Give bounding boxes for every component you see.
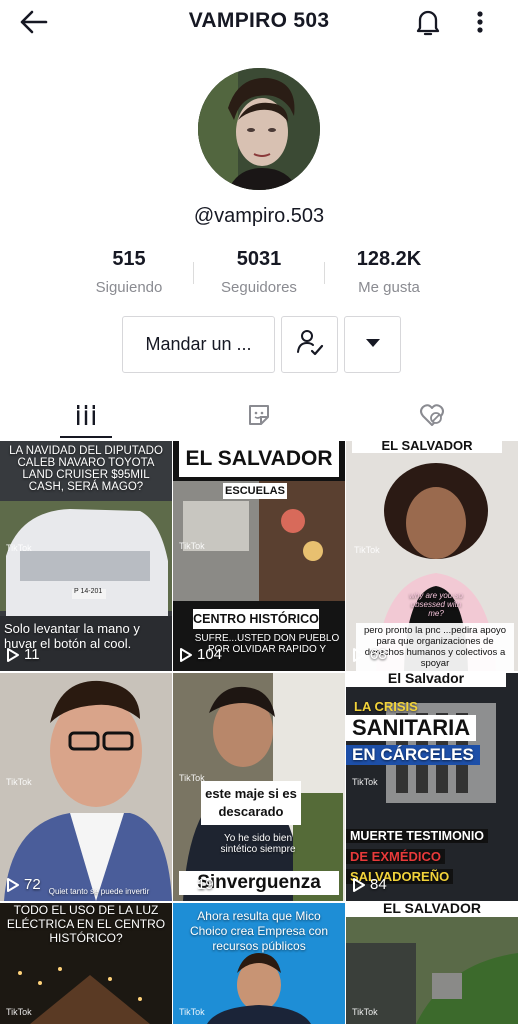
heart-hidden-icon [418, 402, 446, 433]
tiktok-watermark: TikTok [354, 545, 380, 555]
video-center-label: CENTRO HISTÓRICO [193, 609, 319, 629]
play-icon [7, 647, 19, 662]
play-icon [353, 647, 365, 662]
view-count: 68 [352, 646, 387, 663]
video-thumbnail[interactable]: este maje si es descarado Yo he sido bie… [173, 673, 345, 901]
stat-followers-label: Seguidores [221, 279, 297, 296]
view-count: 104 [179, 646, 222, 663]
thumbnail-image [0, 673, 172, 901]
stat-divider [193, 262, 194, 284]
video-line: MUERTE TESTIMONIO [346, 829, 489, 843]
play-icon [180, 647, 192, 662]
video-thumbnail[interactable]: EL SALVADOR ESCUELAS CENTRO HISTÓRICO SU… [173, 441, 345, 671]
tab-liked[interactable] [346, 394, 518, 440]
view-count-value: 19 [197, 876, 214, 893]
video-caption-top: EL SALVADOR [352, 441, 502, 453]
video-caption-top: EL SALVADOR [179, 441, 339, 477]
video-caption-top: Ahora resulta que Mico Choico crea Empre… [189, 909, 329, 953]
bell-icon[interactable] [412, 6, 444, 38]
view-count-value: 84 [370, 876, 387, 893]
video-caption-top: LA NAVIDAD DEL DIPUTADO CALEB NAVARO TOY… [9, 445, 163, 493]
video-sub-label: ESCUELAS [223, 483, 287, 499]
video-line: EN CÁRCELES [346, 745, 480, 765]
video-caption-top: El Salvador [346, 673, 506, 687]
profile-actions: Mandar un ... [0, 316, 518, 374]
sticker-icon [246, 402, 272, 433]
vertical-dots-icon[interactable] [468, 6, 492, 38]
top-bar: VAMPIRO 503 [0, 0, 518, 44]
user-check-icon [294, 326, 326, 363]
stat-following[interactable]: 515 Siguiendo [74, 248, 184, 296]
play-icon [7, 877, 19, 892]
tab-videos[interactable] [0, 394, 172, 440]
view-count-value: 68 [370, 646, 387, 663]
view-count-value: 104 [197, 646, 223, 663]
video-caption-top: EL SALVADOR [346, 903, 518, 917]
profile-stats: 515 Siguiendo 5031 Seguidores 128.2K Me … [0, 248, 518, 302]
view-count: 84 [352, 876, 387, 893]
thumbnail-image [346, 903, 518, 1024]
view-count: 11 [6, 646, 40, 663]
grid-bars-icon [74, 403, 98, 432]
tiktok-watermark: TikTok [6, 777, 32, 787]
view-count: 19 [179, 876, 214, 893]
stat-following-value: 515 [112, 248, 146, 270]
video-center-label: este maje si es descarado [201, 781, 301, 825]
video-line: LA CRISIS [354, 699, 418, 714]
play-icon [353, 877, 365, 892]
video-thumbnail[interactable]: EL SALVADOR why are you so obsessed with… [346, 441, 518, 671]
profile-tabs [0, 394, 518, 440]
view-count-value: 72 [24, 876, 41, 893]
play-icon [180, 877, 192, 892]
following-button[interactable] [281, 316, 338, 373]
video-thumbnail[interactable]: EL SALVADOR TikTok [346, 903, 518, 1024]
stat-likes-value: 128.2K [356, 248, 422, 270]
tiktok-watermark: TikTok [352, 1007, 378, 1017]
video-thumbnail[interactable]: TODO EL USO DE LA LUZ ELÉCTRICA EN EL CE… [0, 903, 172, 1024]
active-tab-indicator [60, 436, 112, 438]
video-thumbnail[interactable]: TikTok Quiet tanto se puede invertir 72 [0, 673, 172, 901]
video-caption-bottom: Quiet tanto se puede invertir [48, 887, 150, 896]
caret-down-icon [364, 336, 382, 354]
license-plate: P 14-201 [74, 588, 103, 595]
stat-likes[interactable]: 128.2K Me gusta [334, 248, 444, 296]
tiktok-watermark: TikTok [6, 1007, 32, 1017]
video-thumbnail[interactable]: LA NAVIDAD DEL DIPUTADO CALEB NAVARO TOY… [0, 441, 172, 671]
stat-followers[interactable]: 5031 Seguidores [204, 248, 314, 296]
video-line: DE EXMÉDICO [346, 849, 446, 864]
message-button[interactable]: Mandar un ... [122, 316, 275, 373]
tiktok-watermark: TikTok [352, 777, 378, 787]
tiktok-watermark: TikTok [179, 1007, 205, 1017]
stat-following-label: Siguiendo [95, 279, 163, 296]
tiktok-watermark: TikTok [179, 773, 205, 783]
tiktok-watermark: TikTok [179, 541, 205, 551]
tiktok-watermark: TikTok [6, 543, 32, 553]
video-grid: LA NAVIDAD DEL DIPUTADO CALEB NAVARO TOY… [0, 441, 518, 1024]
video-thumbnail[interactable]: El Salvador LA CRISIS SANITARIA EN CÁRCE… [346, 673, 518, 901]
stat-likes-label: Me gusta [358, 279, 420, 296]
video-sub-text: Yo he sido bien sintético siempre [220, 833, 296, 855]
avatar[interactable] [198, 68, 320, 190]
username: @vampiro.503 [193, 205, 325, 227]
dropdown-button[interactable] [344, 316, 401, 373]
video-line: SANITARIA [346, 715, 477, 741]
stat-divider [324, 262, 325, 284]
stat-followers-value: 5031 [236, 248, 282, 270]
video-caption-top: TODO EL USO DE LA LUZ ELÉCTRICA EN EL CE… [6, 903, 166, 945]
shirt-text: why are you so obsessed with me? [409, 591, 463, 618]
view-count: 72 [6, 876, 41, 893]
tab-stickers[interactable] [173, 394, 345, 440]
view-count-value: 11 [24, 646, 40, 663]
video-thumbnail[interactable]: Ahora resulta que Mico Choico crea Empre… [173, 903, 345, 1024]
